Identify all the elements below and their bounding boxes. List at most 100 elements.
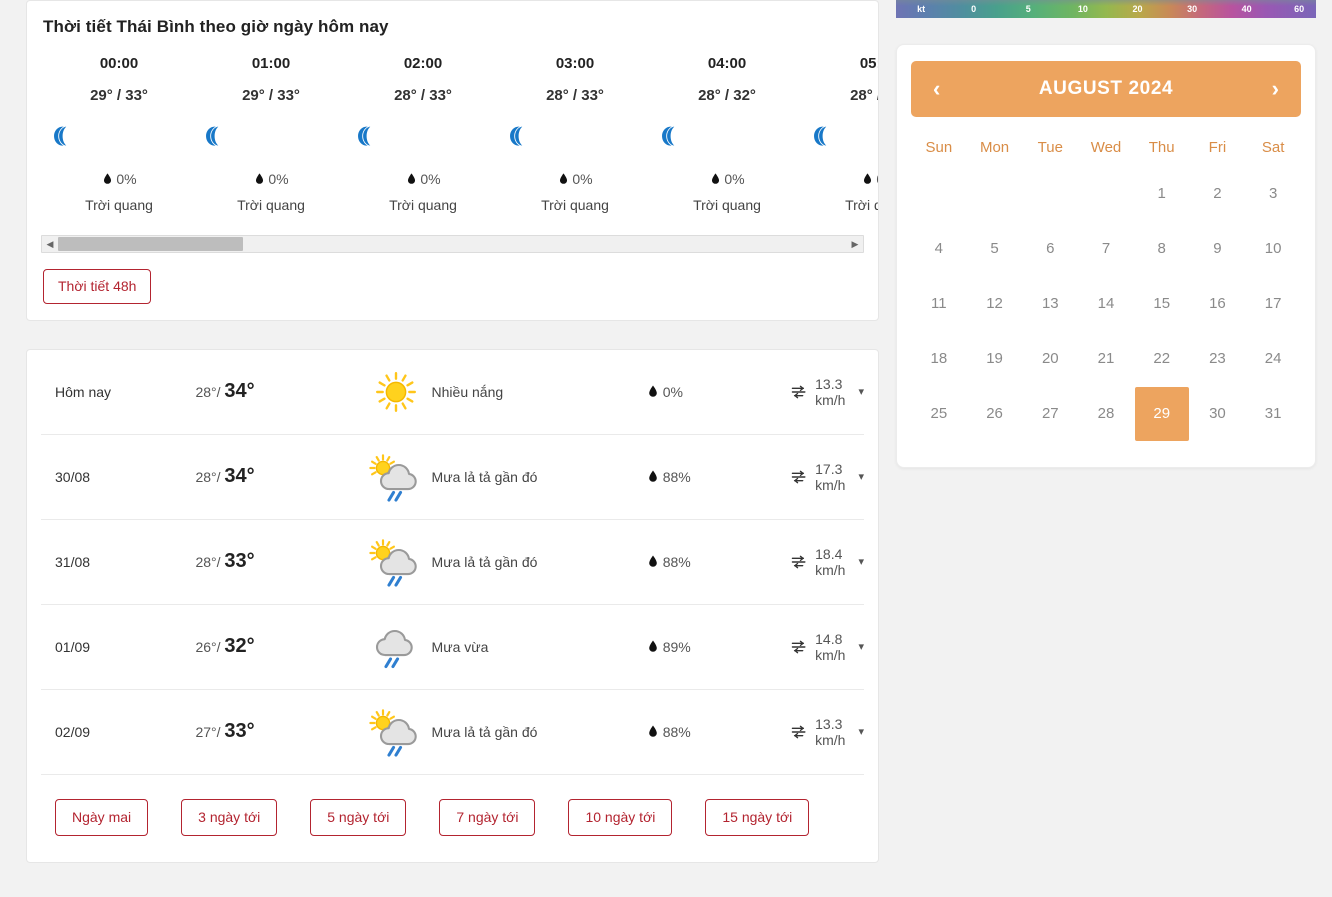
forecast-range-button[interactable]: 10 ngày tới bbox=[568, 798, 673, 836]
hourly-precip-value: 0% bbox=[572, 171, 593, 187]
daily-low: 28° bbox=[195, 554, 217, 571]
calendar-day[interactable]: 22 bbox=[1134, 331, 1190, 386]
scroll-left-arrow-icon[interactable]: ◀ bbox=[42, 236, 58, 252]
moon-icon bbox=[803, 123, 878, 153]
daily-humidity: 0% bbox=[646, 384, 790, 400]
daily-wind[interactable]: 13.3 km/h ▾ bbox=[790, 716, 864, 748]
calendar-day[interactable]: 19 bbox=[967, 331, 1023, 386]
calendar-next-month-icon[interactable]: › bbox=[1272, 78, 1279, 100]
hourly-time: 01:00 bbox=[251, 55, 291, 72]
calendar-day[interactable]: 28 bbox=[1078, 386, 1134, 441]
calendar-day-number: 16 bbox=[1209, 295, 1226, 312]
daily-forecast-row[interactable]: 31/08 28°/ 33° Mưa lả tả gần đó 88% 18.4 km/… bbox=[41, 520, 864, 605]
hourly-cell: 03:00 28° / 33° 0% Trời quang bbox=[499, 55, 651, 213]
calendar-prev-month-icon[interactable]: ‹ bbox=[933, 78, 940, 100]
calendar-day[interactable]: 14 bbox=[1078, 276, 1134, 331]
calendar-day[interactable]: 10 bbox=[1245, 221, 1301, 276]
calendar-day[interactable]: 13 bbox=[1022, 276, 1078, 331]
hourly-temp: 29° / 33° bbox=[242, 87, 300, 104]
daily-wind[interactable]: 13.3 km/h ▾ bbox=[790, 376, 864, 408]
calendar-day[interactable]: 31 bbox=[1245, 386, 1301, 441]
calendar-day[interactable]: 25 bbox=[911, 386, 967, 441]
hourly-temp: 29° / 33° bbox=[90, 87, 148, 104]
forecast-range-button[interactable]: 3 ngày tới bbox=[181, 798, 278, 836]
calendar-day[interactable]: 9 bbox=[1190, 221, 1246, 276]
calendar-day[interactable]: 27 bbox=[1022, 386, 1078, 441]
hourly-precip-value: 0% bbox=[116, 171, 137, 187]
calendar-day[interactable]: 7 bbox=[1078, 221, 1134, 276]
calendar-day[interactable]: 24 bbox=[1245, 331, 1301, 386]
daily-forecast-row[interactable]: Hôm nay 28°/ 34° Nhiều nắng 0% 13.3 km/h ▾ bbox=[41, 350, 864, 435]
daily-forecast-row[interactable]: 01/09 26°/ 32° Mưa vừa 89% 14.8 km/h ▾ bbox=[41, 605, 864, 690]
wind-icon bbox=[790, 724, 808, 740]
weather-48h-button[interactable]: Thời tiết 48h bbox=[43, 269, 152, 304]
scrollbar-thumb[interactable] bbox=[58, 237, 243, 251]
calendar-day[interactable]: 16 bbox=[1190, 276, 1246, 331]
daily-date: 31/08 bbox=[55, 553, 91, 570]
calendar-day-number: 6 bbox=[1046, 240, 1055, 257]
calendar-weekday-header: Sun Mon Tue Wed Thu Fri Sat bbox=[911, 117, 1301, 166]
hourly-precip-value: 0% bbox=[420, 171, 441, 187]
calendar-day-number: 4 bbox=[934, 240, 944, 257]
calendar-day[interactable]: 12 bbox=[967, 276, 1023, 331]
calendar-weekday-wed: Wed bbox=[1090, 139, 1122, 156]
calendar-day[interactable]: 3 bbox=[1245, 166, 1301, 221]
daily-wind[interactable]: 17.3 km/h ▾ bbox=[790, 461, 864, 493]
daily-date: 01/09 bbox=[55, 638, 91, 655]
daily-wind-value: 13.3 km/h bbox=[815, 375, 846, 408]
hourly-precip-value: 0% bbox=[724, 171, 745, 187]
calendar-day[interactable]: 17 bbox=[1245, 276, 1301, 331]
calendar-day[interactable]: 18 bbox=[911, 331, 967, 386]
chevron-down-icon[interactable]: ▾ bbox=[858, 725, 864, 738]
hourly-precip: 0% bbox=[347, 171, 499, 187]
chevron-down-icon[interactable]: ▾ bbox=[858, 640, 864, 653]
calendar-day-number: 17 bbox=[1264, 295, 1282, 312]
daily-low: 27° bbox=[195, 724, 217, 741]
daily-forecast-row[interactable]: 02/09 27°/ 33° Mưa lả tả gần đó 88% 13.3 km/… bbox=[41, 690, 864, 775]
chevron-down-icon[interactable]: ▾ bbox=[858, 555, 864, 568]
daily-wind[interactable]: 18.4 km/h ▾ bbox=[790, 546, 864, 578]
calendar-day-number: 25 bbox=[930, 405, 948, 422]
daily-forecast-row[interactable]: 30/08 28°/ 34° Mưa lả tả gần đó 88% 17.3 km/… bbox=[41, 435, 864, 520]
hourly-row: 00:00 29° / 33° 0% Trời quang 01:00 29° / 33°… bbox=[27, 55, 878, 213]
chevron-down-icon[interactable]: ▾ bbox=[858, 470, 864, 483]
calendar-day[interactable]: 21 bbox=[1078, 331, 1134, 386]
daily-low: 28° bbox=[195, 469, 217, 486]
hourly-scroll-area[interactable]: 00:00 29° / 33° 0% Trời quang 01:00 29° / 33°… bbox=[27, 55, 878, 213]
forecast-range-button[interactable]: 15 ngày tới bbox=[705, 798, 810, 836]
calendar-day[interactable]: 15 bbox=[1134, 276, 1190, 331]
legend-tick-30: 30 bbox=[1187, 4, 1198, 14]
calendar-day[interactable]: 5 bbox=[967, 221, 1023, 276]
calendar-day[interactable]: 26 bbox=[967, 386, 1023, 441]
daily-humidity-value: 89% bbox=[662, 638, 691, 655]
calendar-day-number: 3 bbox=[1268, 185, 1278, 202]
calendar-day-number: 13 bbox=[1041, 295, 1059, 312]
chevron-down-icon[interactable]: ▾ bbox=[858, 385, 864, 398]
hourly-condition: Trời quang bbox=[693, 197, 761, 213]
calendar-day-number: 24 bbox=[1264, 350, 1282, 367]
calendar-day-selected[interactable]: 29 bbox=[1134, 386, 1190, 441]
forecast-range-button[interactable]: Ngày mai bbox=[55, 798, 149, 836]
hourly-precip-value: 0% bbox=[876, 171, 878, 187]
hourly-cell: 00:00 29° / 33° 0% Trời quang bbox=[43, 55, 195, 213]
hourly-time: 00:00 bbox=[99, 55, 139, 72]
calendar-days-grid: 1 2 3 4 5 6 7 8 9 10 11 12 13 14 15 16 17 18 19 20 21 22 23 24 2… bbox=[911, 166, 1301, 441]
forecast-range-button[interactable]: 5 ngày tới bbox=[310, 798, 407, 836]
calendar-day[interactable]: 4 bbox=[911, 221, 967, 276]
daily-humidity-value: 0% bbox=[662, 383, 683, 400]
calendar-weekday-mon: Mon bbox=[979, 139, 1010, 156]
forecast-range-button[interactable]: 7 ngày tới bbox=[439, 798, 536, 836]
daily-high: 32° bbox=[224, 635, 255, 658]
calendar-day[interactable]: 23 bbox=[1190, 331, 1246, 386]
calendar-day[interactable]: 11 bbox=[911, 276, 967, 331]
hourly-scrollbar[interactable]: ◀ ▶ bbox=[41, 235, 864, 253]
calendar-day[interactable]: 1 bbox=[1134, 166, 1190, 221]
calendar-day[interactable]: 6 bbox=[1022, 221, 1078, 276]
calendar-day[interactable]: 8 bbox=[1134, 221, 1190, 276]
daily-wind[interactable]: 14.8 km/h ▾ bbox=[790, 631, 864, 663]
calendar-day[interactable]: 30 bbox=[1190, 386, 1246, 441]
daily-humidity: 88% bbox=[646, 724, 790, 740]
scroll-right-arrow-icon[interactable]: ▶ bbox=[847, 236, 863, 252]
calendar-day[interactable]: 2 bbox=[1190, 166, 1246, 221]
calendar-day[interactable]: 20 bbox=[1022, 331, 1078, 386]
